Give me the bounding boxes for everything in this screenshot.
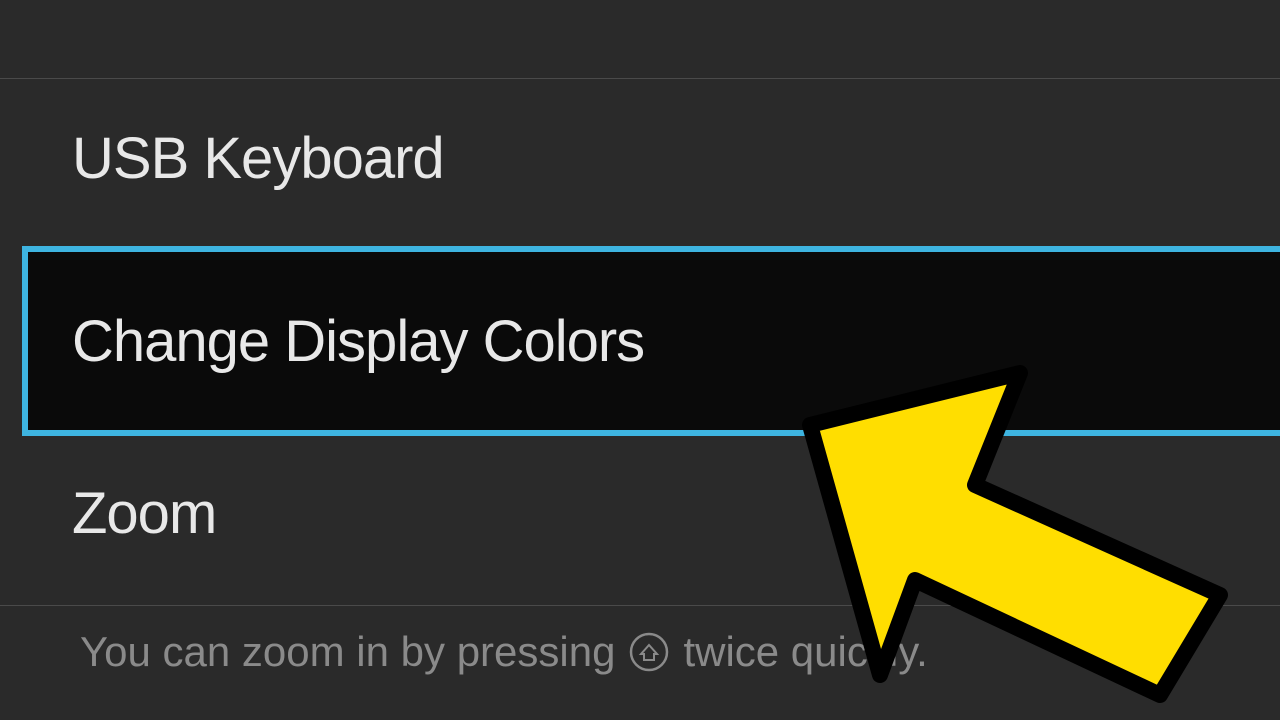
menu-item-label: Change Display Colors xyxy=(72,308,644,375)
hint-text-before: You can zoom in by pressing xyxy=(80,628,615,676)
home-button-icon xyxy=(629,632,669,672)
divider xyxy=(0,78,1280,79)
menu-item-zoom[interactable]: Zoom xyxy=(72,480,216,547)
hint-text: You can zoom in by pressing twice quickl… xyxy=(80,628,928,676)
divider xyxy=(0,605,1280,606)
menu-item-change-display-colors[interactable]: Change Display Colors xyxy=(22,246,1280,436)
hint-text-after: twice quickly. xyxy=(683,628,927,676)
menu-item-usb-keyboard[interactable]: USB Keyboard xyxy=(72,125,444,192)
